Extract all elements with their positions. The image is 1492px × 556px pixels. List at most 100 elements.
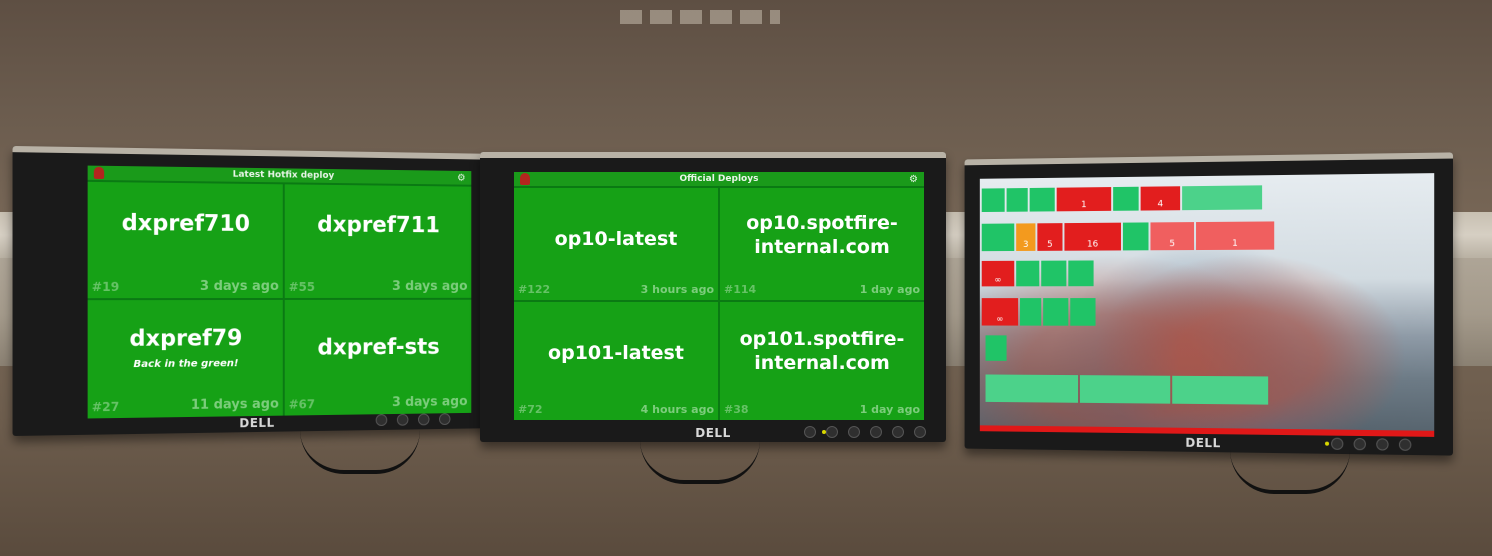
deploy-age: 11 days ago [191, 397, 279, 413]
status-tile[interactable] [1172, 376, 1268, 405]
status-tile[interactable] [1182, 185, 1262, 210]
tile-name: op101-latest [514, 342, 718, 364]
status-tile[interactable]: 3 [1016, 223, 1035, 251]
tile-name-line1: op10.spotfire- [720, 212, 924, 234]
status-tile[interactable]: 16 [1064, 223, 1121, 251]
status-tile[interactable] [1016, 261, 1039, 287]
build-number: #114 [724, 283, 756, 296]
status-count: 16 [1064, 240, 1121, 250]
deploy-age: 3 hours ago [641, 283, 714, 296]
status-tile[interactable] [1030, 188, 1055, 212]
status-tile[interactable] [986, 335, 1007, 361]
gear-icon[interactable]: ⚙ [909, 173, 918, 187]
status-tile[interactable] [1123, 222, 1149, 250]
monitor-buttons [1331, 438, 1411, 451]
monitor-cable [640, 440, 760, 484]
deploy-age: 3 days ago [200, 279, 279, 294]
deploy-age: 4 hours ago [641, 403, 714, 416]
status-count: ∞ [982, 276, 1015, 286]
monitor-button[interactable] [376, 414, 388, 426]
dashboard-title: Official Deploys [680, 174, 759, 184]
tile-op101-latest[interactable]: op101-latest #72 4 hours ago [514, 302, 718, 420]
status-tile[interactable] [982, 188, 1005, 212]
monitor-button[interactable] [439, 413, 450, 425]
deploy-age: 1 day ago [860, 283, 920, 296]
tile-op10-spotfire[interactable]: op10.spotfire- internal.com #114 1 day a… [720, 188, 924, 300]
tile-dxpref710[interactable]: dxpref710 #19 3 days ago [88, 182, 283, 298]
dell-logo: DELL [695, 426, 730, 440]
monitor-button[interactable] [848, 426, 860, 438]
dell-logo: DELL [1185, 436, 1220, 450]
status-tile[interactable] [986, 374, 1078, 402]
tile-name-line1: op101.spotfire- [720, 328, 924, 350]
status-tile[interactable] [1080, 375, 1170, 404]
monitor-button[interactable] [892, 426, 904, 438]
monitor-button[interactable] [1331, 438, 1343, 450]
build-number: #19 [92, 280, 120, 294]
ceiling-fixtures [620, 10, 780, 24]
status-tile[interactable] [1068, 260, 1093, 286]
status-tile[interactable] [1007, 188, 1028, 212]
tile-dxpref79[interactable]: dxpref79 Back in the green! #27 11 days … [88, 300, 283, 418]
tile-name: dxpref79 [88, 326, 283, 352]
status-tile[interactable] [1113, 187, 1139, 211]
status-tile[interactable] [1070, 298, 1095, 326]
avatar-icon [520, 173, 530, 185]
status-count: 5 [1150, 239, 1194, 249]
status-count: 1 [1057, 200, 1112, 210]
power-led [1325, 442, 1329, 446]
tile-op10-latest[interactable]: op10-latest #122 3 hours ago [514, 188, 718, 300]
deploy-age: 3 days ago [392, 279, 467, 294]
monitor-button[interactable] [914, 426, 926, 438]
screen-title: Official Deploys ⚙ [514, 172, 924, 186]
status-tile[interactable] [1043, 298, 1068, 326]
monitor-bezel [13, 146, 489, 160]
status-tile[interactable] [1020, 298, 1041, 326]
tile-name: dxpref710 [88, 210, 283, 237]
monitor-buttons [376, 413, 451, 426]
status-count: 1 [1196, 239, 1274, 249]
build-number: #27 [92, 400, 120, 415]
monitor-button[interactable] [870, 426, 882, 438]
gear-icon[interactable]: ⚙ [457, 172, 465, 186]
monitor-button[interactable] [418, 413, 429, 425]
status-tile[interactable]: 1 [1057, 187, 1112, 211]
deploy-age: 3 days ago [392, 394, 467, 410]
tile-name: dxpref-sts [285, 335, 472, 361]
monitor-button[interactable] [1376, 438, 1388, 450]
status-tile[interactable]: 1 [1196, 221, 1274, 250]
tile-name: op10-latest [514, 228, 718, 250]
status-count: 3 [1016, 240, 1035, 250]
monitor-button[interactable] [397, 414, 409, 426]
monitor-cable [300, 430, 420, 474]
build-number: #67 [289, 397, 315, 411]
build-number: #55 [289, 280, 315, 294]
right-screen: 1 4 3 5 16 5 1 ∞ ∞ [980, 173, 1434, 437]
status-tile[interactable]: 5 [1037, 223, 1062, 251]
tile-dxpref-sts[interactable]: dxpref-sts #67 3 days ago [285, 300, 472, 416]
tile-op101-spotfire[interactable]: op101.spotfire- internal.com #38 1 day a… [720, 302, 924, 420]
status-tile[interactable]: 4 [1141, 186, 1181, 210]
tile-dxpref711[interactable]: dxpref711 #55 3 days ago [285, 184, 472, 298]
center-screen: Official Deploys ⚙ op10-latest #122 3 ho… [514, 172, 924, 420]
status-tile[interactable]: ∞ [982, 298, 1018, 325]
center-monitor: Official Deploys ⚙ op10-latest #122 3 ho… [480, 152, 946, 442]
status-tile[interactable]: ∞ [982, 261, 1015, 287]
monitor-button[interactable] [1399, 439, 1411, 451]
tile-note: Back in the green! [88, 358, 283, 371]
status-tile[interactable] [982, 224, 1015, 252]
status-count: 4 [1141, 199, 1181, 209]
status-tile[interactable]: 5 [1150, 222, 1194, 250]
avatar-icon [94, 167, 104, 179]
tile-name: dxpref711 [285, 212, 472, 238]
dashboard-title: Latest Hotfix deploy [233, 170, 335, 181]
monitor-button[interactable] [826, 426, 838, 438]
status-tile[interactable] [1041, 261, 1066, 287]
tile-name-line2: internal.com [720, 352, 924, 374]
tile-name-line2: internal.com [720, 236, 924, 258]
build-number: #122 [518, 283, 550, 296]
monitor-buttons [804, 426, 926, 438]
monitor-button[interactable] [804, 426, 816, 438]
monitor-button[interactable] [1354, 438, 1366, 450]
build-number: #72 [518, 403, 543, 416]
